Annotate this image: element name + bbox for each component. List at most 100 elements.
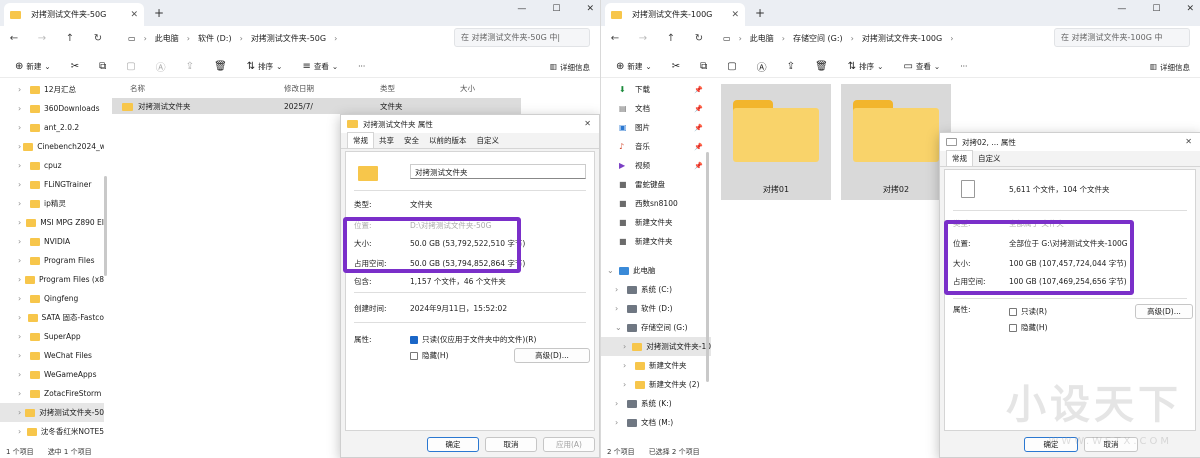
ok-button[interactable]: 确定	[427, 437, 479, 452]
copy-button[interactable]: ⧉	[693, 61, 714, 72]
tree-item[interactable]: › Program Files (x8	[0, 270, 104, 289]
quick-access-item[interactable]: ⬇ 下载 📌	[601, 80, 711, 99]
chevron-right-icon[interactable]: ›	[18, 427, 25, 436]
details-button[interactable]: ▥ 详细信息	[550, 62, 590, 73]
column-name[interactable]: 名称	[112, 83, 284, 94]
chevron-right-icon[interactable]: ›	[18, 294, 28, 303]
forward-icon[interactable]: →	[637, 33, 649, 44]
sort-button[interactable]: ⇅ 排序 ⌄	[240, 61, 290, 72]
tree-item[interactable]: › Cinebench2024_w	[0, 137, 104, 156]
chevron-right-icon[interactable]: ›	[18, 199, 28, 208]
tree-item[interactable]: › 软件 (D:)	[601, 299, 711, 318]
chevron-right-icon[interactable]: ›	[18, 370, 28, 379]
chevron-right-icon[interactable]: ›	[18, 123, 28, 132]
tree-item[interactable]: ⌄ 存储空间 (G:)	[601, 318, 711, 337]
tree-item[interactable]: › 文档 (M:)	[601, 413, 711, 432]
tree-item[interactable]: › SuperApp	[0, 327, 104, 346]
share-button[interactable]: ⇪	[780, 61, 802, 72]
close-tab-icon[interactable]: ✕	[731, 10, 739, 20]
rename-button[interactable]: Ⓐ	[149, 59, 173, 74]
column-size[interactable]: 大小	[460, 83, 520, 94]
up-icon[interactable]: ↑	[64, 33, 76, 44]
rename-button[interactable]: Ⓐ	[750, 59, 774, 74]
tree-item[interactable]: › ant_2.0.2	[0, 118, 104, 137]
tree-item[interactable]: › 360Downloads	[0, 99, 104, 118]
breadcrumb-item[interactable]: 对拷测试文件夹-100G	[862, 33, 942, 44]
maximize-icon[interactable]: ☐	[552, 4, 560, 14]
tree-item[interactable]: › 系统 (C:)	[601, 280, 711, 299]
dialog-tab[interactable]: 常规	[347, 132, 374, 148]
tree-item[interactable]: › FLiNGTrainer	[0, 175, 104, 194]
share-button[interactable]: ⇪	[179, 61, 201, 72]
folder-tile[interactable]: 对拷01	[721, 84, 831, 200]
tree-item[interactable]: › SATA 固态-Fastco	[0, 308, 104, 327]
tree-item[interactable]: › ZotacFireStorm	[0, 384, 104, 403]
maximize-icon[interactable]: ☐	[1152, 4, 1160, 14]
cut-button[interactable]: ✂	[64, 61, 86, 72]
chevron-right-icon[interactable]: ›	[18, 237, 28, 246]
new-tab-button[interactable]: +	[154, 6, 164, 20]
chevron-right-icon[interactable]: ›	[18, 389, 28, 398]
tree-item[interactable]: › 系统 (K:)	[601, 394, 711, 413]
more-button[interactable]: ···	[351, 62, 372, 71]
table-row[interactable]: 对拷测试文件夹 2025/7/ 文件夹	[112, 98, 521, 114]
tree-item[interactable]: › Program Files	[0, 251, 104, 270]
tree-item[interactable]: › 12月汇总	[0, 80, 104, 99]
tree-item[interactable]: › Qingfeng	[0, 289, 104, 308]
chevron-icon[interactable]: ›	[615, 304, 625, 313]
chevron-icon[interactable]: ›	[623, 380, 633, 389]
minimize-icon[interactable]: —	[1117, 4, 1126, 14]
pin-icon[interactable]: 📌	[694, 124, 703, 132]
dialog-tab[interactable]: 安全	[399, 133, 424, 148]
address-bar[interactable]: ▭ › 此电脑 › 软件 (D:) › 对拷测试文件夹-50G ›	[128, 29, 337, 47]
tree-item[interactable]: › 对拷测试文件夹-10	[601, 337, 711, 356]
advanced-button[interactable]: 高级(D)...	[514, 348, 590, 363]
close-icon[interactable]: ✕	[1185, 137, 1192, 146]
chevron-right-icon[interactable]: ›	[18, 104, 28, 113]
breadcrumb-item[interactable]: 存储空间 (G:)	[793, 33, 843, 44]
chevron-icon[interactable]: ⌄	[607, 266, 617, 275]
sort-button[interactable]: ⇅ 排序 ⌄	[841, 61, 891, 72]
tree-item[interactable]: ⌄ 此电脑	[601, 261, 711, 280]
forward-icon[interactable]: →	[36, 33, 48, 44]
breadcrumb-item[interactable]: 此电脑	[750, 33, 774, 44]
tree-item[interactable]: › MSI MPG Z890 EI	[0, 213, 104, 232]
back-icon[interactable]: ←	[609, 33, 621, 44]
chevron-icon[interactable]: ›	[615, 399, 625, 408]
address-bar[interactable]: ▭ › 此电脑 › 存储空间 (G:) › 对拷测试文件夹-100G ›	[723, 29, 953, 47]
tree-item[interactable]: › 新建文件夹	[601, 356, 711, 375]
apply-button[interactable]: 应用(A)	[543, 437, 595, 452]
chevron-icon[interactable]: ›	[615, 285, 625, 294]
chevron-right-icon[interactable]: ›	[18, 332, 28, 341]
tab-active[interactable]: 对拷测试文件夹-100G ✕	[605, 3, 745, 26]
quick-access-item[interactable]: ▶ 视频 📌	[601, 156, 711, 175]
paste-button[interactable]: ▢	[119, 61, 142, 72]
close-window-icon[interactable]: ✕	[1186, 4, 1194, 14]
scrollbar[interactable]	[706, 152, 709, 382]
dialog-tab[interactable]: 共享	[374, 133, 399, 148]
tree-item[interactable]: › WeChat Files	[0, 346, 104, 365]
dialog-tab[interactable]: 以前的版本	[424, 133, 472, 148]
chevron-right-icon[interactable]: ›	[18, 256, 28, 265]
chevron-right-icon[interactable]: ›	[18, 218, 24, 227]
pin-icon[interactable]: 📌	[694, 162, 703, 170]
quick-access-item[interactable]: ♪ 音乐 📌	[601, 137, 711, 156]
chevron-right-icon[interactable]: ›	[18, 275, 23, 284]
pin-icon[interactable]: 📌	[694, 143, 703, 151]
dialog-tab[interactable]: 自定义	[973, 151, 1006, 166]
tree-item[interactable]: › NVIDIA	[0, 232, 104, 251]
new-button[interactable]: ⊕ 新建 ⌄	[609, 61, 659, 72]
delete-button[interactable]: 🗑	[808, 61, 835, 72]
dialog-tab[interactable]: 自定义	[472, 133, 505, 148]
tree-item[interactable]: › WeGameApps	[0, 365, 104, 384]
chevron-icon[interactable]: ›	[623, 361, 633, 370]
up-icon[interactable]: ↑	[665, 33, 677, 44]
close-window-icon[interactable]: ✕	[586, 4, 594, 14]
advanced-button[interactable]: 高级(D)...	[1135, 304, 1193, 319]
more-button[interactable]: ···	[953, 62, 974, 71]
readonly-checkbox[interactable]: 只读(R)	[1009, 306, 1047, 317]
paste-button[interactable]: ▢	[720, 61, 743, 72]
scrollbar[interactable]	[104, 176, 107, 276]
quick-access-item[interactable]: ■ 新建文件夹	[601, 213, 711, 232]
delete-button[interactable]: 🗑	[207, 61, 234, 72]
